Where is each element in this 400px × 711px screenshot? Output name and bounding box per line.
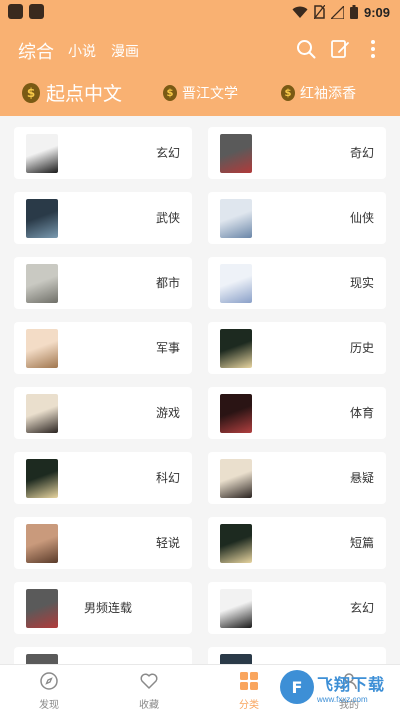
status-bar: 9:09 bbox=[0, 0, 400, 24]
edit-icon[interactable] bbox=[329, 38, 351, 60]
watermark-logo: F 飞翔下载 www.fxxz.com bbox=[280, 668, 398, 706]
cover-thumbnail bbox=[220, 394, 252, 433]
category-card[interactable]: 体育 bbox=[208, 387, 386, 439]
category-label: 仙侠 bbox=[349, 211, 374, 225]
category-card[interactable]: 都市 bbox=[14, 257, 192, 309]
category-label: 历史 bbox=[349, 341, 374, 355]
battery-icon bbox=[349, 5, 358, 19]
clock: 9:09 bbox=[363, 4, 390, 20]
tab-comprehensive[interactable]: 综合 bbox=[18, 38, 54, 64]
category-card[interactable]: 短篇 bbox=[208, 517, 386, 569]
compass-icon bbox=[40, 672, 58, 690]
cover-thumbnail bbox=[220, 524, 252, 563]
nav-label: 分类 bbox=[239, 700, 259, 711]
cover-thumbnail bbox=[220, 264, 252, 303]
category-card[interactable]: 男频连载 bbox=[14, 582, 192, 634]
category-card[interactable] bbox=[14, 647, 192, 664]
notification-square-icon bbox=[8, 4, 23, 19]
cover-thumbnail bbox=[220, 459, 252, 498]
money-bag-icon: $ bbox=[22, 82, 40, 103]
notification-square-icon bbox=[29, 4, 44, 19]
category-card[interactable]: 历史 bbox=[208, 322, 386, 374]
category-label: 科幻 bbox=[155, 471, 180, 485]
watermark-title: 飞翔下载 bbox=[317, 674, 386, 694]
cover-thumbnail bbox=[26, 199, 58, 238]
nav-label: 发现 bbox=[39, 700, 59, 711]
category-card[interactable]: 科幻 bbox=[14, 452, 192, 504]
nav-discover[interactable]: 发现 bbox=[19, 671, 79, 711]
nav-category[interactable]: 分类 bbox=[219, 671, 279, 711]
category-label: 体育 bbox=[349, 406, 374, 420]
tab-comic[interactable]: 漫画 bbox=[111, 41, 139, 61]
category-label: 玄幻 bbox=[155, 146, 180, 160]
source-label: 起点中文 bbox=[46, 83, 123, 105]
source-label: 红袖添香 bbox=[300, 86, 356, 102]
source-tab-hongxiu[interactable]: $ 红袖添香 bbox=[281, 83, 356, 103]
source-tab-qidian[interactable]: $ 起点中文 bbox=[22, 79, 122, 106]
category-card[interactable]: 轻说 bbox=[14, 517, 192, 569]
cover-thumbnail bbox=[26, 654, 58, 664]
cover-thumbnail bbox=[220, 199, 252, 238]
category-label: 军事 bbox=[155, 341, 180, 355]
category-card[interactable]: 武侠 bbox=[14, 192, 192, 244]
cover-thumbnail bbox=[26, 134, 58, 173]
cover-thumbnail bbox=[220, 329, 252, 368]
heart-icon bbox=[140, 673, 158, 689]
no-sim-icon bbox=[313, 5, 325, 19]
nav-label: 收藏 bbox=[139, 700, 159, 711]
cover-thumbnail bbox=[220, 654, 252, 664]
cover-thumbnail bbox=[26, 394, 58, 433]
watermark-subtitle: www.fxxz.com bbox=[317, 694, 368, 704]
source-label: 晋江文学 bbox=[182, 86, 238, 102]
signal-icon bbox=[330, 5, 344, 19]
cover-thumbnail bbox=[26, 459, 58, 498]
category-card[interactable]: 悬疑 bbox=[208, 452, 386, 504]
category-card[interactable]: 玄幻 bbox=[14, 127, 192, 179]
wifi-icon bbox=[292, 6, 308, 18]
category-label: 玄幻 bbox=[349, 601, 374, 615]
money-bag-icon: $ bbox=[281, 85, 295, 101]
search-icon[interactable] bbox=[295, 38, 317, 60]
category-card[interactable]: 仙侠 bbox=[208, 192, 386, 244]
category-label: 轻说 bbox=[155, 536, 180, 550]
category-card[interactable] bbox=[208, 647, 386, 664]
category-label: 男频连载 bbox=[84, 601, 133, 615]
category-label: 武侠 bbox=[155, 211, 180, 225]
cover-thumbnail bbox=[26, 589, 58, 628]
category-label: 短篇 bbox=[349, 536, 374, 550]
cover-thumbnail bbox=[220, 589, 252, 628]
cover-thumbnail bbox=[26, 264, 58, 303]
app-header: 综合 小说 漫画 $ 起点中文 $ 晋江文学 $ 红袖添香 bbox=[0, 24, 400, 116]
watermark-icon: F bbox=[280, 670, 314, 704]
category-label: 游戏 bbox=[155, 406, 180, 420]
cover-thumbnail bbox=[220, 134, 252, 173]
cover-thumbnail bbox=[26, 524, 58, 563]
category-card[interactable]: 游戏 bbox=[14, 387, 192, 439]
money-bag-icon: $ bbox=[163, 85, 177, 101]
source-tab-jinjiang[interactable]: $ 晋江文学 bbox=[163, 83, 238, 103]
category-card[interactable]: 玄幻 bbox=[208, 582, 386, 634]
nav-favorites[interactable]: 收藏 bbox=[119, 671, 179, 711]
category-grid: 玄幻 奇幻武侠 仙侠都市 现实军事 历史游戏 体育科幻 悬疑轻说 短篇男频连载 玄幻 bbox=[0, 116, 400, 664]
cover-thumbnail bbox=[26, 329, 58, 368]
category-card[interactable]: 现实 bbox=[208, 257, 386, 309]
category-label: 现实 bbox=[349, 276, 374, 290]
more-vertical-icon[interactable] bbox=[362, 38, 384, 60]
category-label: 都市 bbox=[155, 276, 180, 290]
source-tabs: $ 起点中文 $ 晋江文学 $ 红袖添香 bbox=[0, 74, 400, 116]
category-label: 奇幻 bbox=[349, 146, 374, 160]
grid-icon bbox=[240, 672, 258, 690]
tab-novel[interactable]: 小说 bbox=[68, 41, 96, 61]
category-card[interactable]: 军事 bbox=[14, 322, 192, 374]
category-card[interactable]: 奇幻 bbox=[208, 127, 386, 179]
category-label: 悬疑 bbox=[349, 471, 374, 485]
